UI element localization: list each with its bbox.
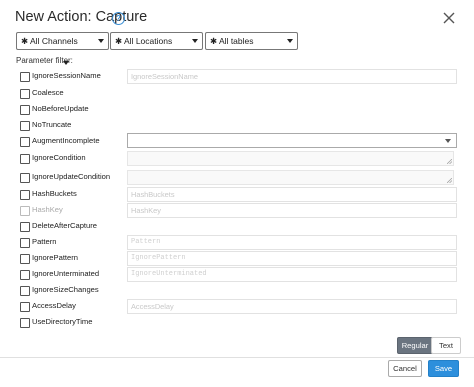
param-checkbox[interactable] [20, 121, 30, 131]
param-row-hashbuckets: HashBuckets HashBuckets [0, 187, 474, 202]
channel-select-value: ✱ All Channels [21, 36, 78, 46]
param-checkbox[interactable] [20, 270, 30, 280]
param-row-ignoresessionname: IgnoreSessionName IgnoreSessionName [0, 69, 474, 84]
param-checkbox[interactable] [20, 190, 30, 200]
param-label: IgnoreUpdateCondition [32, 172, 111, 181]
location-select[interactable]: ✱ All Locations [110, 32, 203, 50]
param-checkbox[interactable] [20, 302, 30, 312]
param-input[interactable]: IgnoreSessionName [127, 69, 457, 84]
resize-grip-icon[interactable] [447, 178, 452, 183]
param-label: Coalesce [32, 88, 64, 97]
param-checkbox[interactable] [20, 254, 30, 264]
chevron-down-icon [98, 39, 104, 43]
resize-grip-icon[interactable] [447, 159, 452, 164]
param-input[interactable]: HashBuckets [127, 187, 457, 202]
param-textarea[interactable] [127, 151, 454, 166]
mode-text-button[interactable]: Text [431, 337, 461, 354]
dialog-title: New Action: Capture [15, 9, 148, 25]
param-label: IgnoreSizeChanges [32, 285, 99, 294]
param-input[interactable]: AccessDelay [127, 299, 457, 314]
param-checkbox[interactable] [20, 318, 30, 328]
param-checkbox[interactable] [20, 154, 30, 164]
param-checkbox[interactable] [20, 238, 30, 248]
table-select-value: ✱ All tables [210, 36, 254, 46]
param-label: AccessDelay [32, 301, 76, 310]
param-label: Pattern [32, 237, 57, 246]
param-label: HashKey [32, 205, 63, 214]
param-label: AugmentIncomplete [32, 136, 100, 145]
param-label: HashBuckets [32, 189, 77, 198]
param-input[interactable]: Pattern [127, 235, 457, 250]
param-input[interactable]: IgnoreUnterminated [127, 267, 457, 282]
footer-divider [0, 357, 474, 358]
param-input[interactable]: HashKey [127, 203, 457, 218]
chevron-down-icon [287, 39, 293, 43]
param-row-ignoresizechanges: IgnoreSizeChanges [0, 284, 474, 298]
parameter-filter-dropdown-icon[interactable] [63, 61, 69, 65]
param-row-notruncate: NoTruncate [0, 119, 474, 133]
help-icon[interactable]: ? [112, 12, 125, 25]
param-label: IgnoreCondition [32, 153, 86, 162]
param-label: IgnoreSessionName [32, 71, 101, 80]
param-row-ignorepattern: IgnorePattern IgnorePattern [0, 251, 474, 266]
param-label: NoTruncate [32, 120, 72, 129]
chevron-down-icon [445, 139, 451, 143]
new-action-dialog: New Action: Capture ? ✱ All Channels ✱ A… [0, 0, 474, 387]
mode-regular-button[interactable]: Regular [397, 337, 433, 354]
param-dropdown[interactable] [127, 133, 457, 148]
param-row-ignorecondition: IgnoreCondition [0, 151, 474, 166]
save-button[interactable]: Save [428, 360, 459, 377]
param-checkbox[interactable] [20, 105, 30, 115]
channel-select[interactable]: ✱ All Channels [16, 32, 109, 50]
param-row-coalesce: Coalesce [0, 87, 474, 101]
param-row-nobeforeupdate: NoBeforeUpdate [0, 103, 474, 117]
param-checkbox[interactable] [20, 173, 30, 183]
param-label: UseDirectoryTime [32, 317, 93, 326]
param-checkbox[interactable] [20, 286, 30, 296]
cancel-button[interactable]: Cancel [388, 360, 422, 377]
param-row-ignoreunterminated: IgnoreUnterminated IgnoreUnterminated [0, 267, 474, 282]
param-label: IgnoreUnterminated [32, 269, 100, 278]
param-row-ignoreupdatecondition: IgnoreUpdateCondition [0, 170, 474, 185]
chevron-down-icon [192, 39, 198, 43]
param-checkbox[interactable] [20, 89, 30, 99]
location-select-value: ✱ All Locations [115, 36, 173, 46]
param-label: DeleteAfterCapture [32, 221, 98, 230]
param-row-augmentincomplete: AugmentIncomplete [0, 133, 474, 149]
param-row-hashkey: HashKey HashKey [0, 203, 474, 218]
param-row-usedirectorytime: UseDirectoryTime [0, 316, 474, 330]
param-checkbox[interactable] [20, 137, 30, 147]
param-label: IgnorePattern [32, 253, 79, 262]
close-icon[interactable] [441, 10, 457, 26]
param-row-deleteaftercapture: DeleteAfterCapture [0, 220, 474, 234]
param-label: NoBeforeUpdate [32, 104, 89, 113]
table-select[interactable]: ✱ All tables [205, 32, 298, 50]
param-row-pattern: Pattern Pattern [0, 235, 474, 250]
param-checkbox[interactable] [20, 72, 30, 82]
param-textarea[interactable] [127, 170, 454, 185]
param-row-accessdelay: AccessDelay AccessDelay [0, 299, 474, 314]
param-checkbox[interactable] [20, 222, 30, 232]
param-input[interactable]: IgnorePattern [127, 251, 457, 266]
param-checkbox [20, 206, 30, 216]
